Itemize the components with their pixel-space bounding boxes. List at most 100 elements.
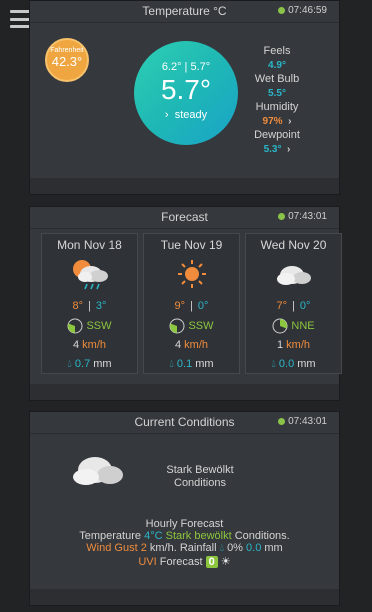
forecast-wind: SSW bbox=[144, 318, 239, 334]
forecast-rain: 💧︎ 0.1 mm bbox=[144, 358, 239, 371]
status-dot bbox=[278, 418, 286, 425]
hourly-wind-line: Wind Gust 2 km/h. Rainfall 💧︎ 0% 0.0 mm bbox=[30, 542, 339, 554]
fahrenheit-label: Fahrenheit bbox=[50, 47, 84, 54]
temp-label: Temperature bbox=[79, 530, 142, 542]
forecast-high: 7° bbox=[276, 300, 288, 312]
droplet-icon: 💧︎ bbox=[67, 358, 72, 370]
chevron-right-icon: › bbox=[284, 144, 291, 155]
droplet-icon: 💧︎ bbox=[271, 358, 276, 370]
timestamp-text: 07:43:01 bbox=[288, 211, 327, 222]
wind-unit: km/h bbox=[286, 339, 311, 351]
forecast-temps: 9° | 0° bbox=[174, 300, 209, 312]
trend-text: steady bbox=[174, 109, 208, 121]
wind-unit: km/h bbox=[82, 339, 107, 351]
panel-header: Forecast 07:43:01 bbox=[30, 207, 339, 229]
wind-speed: 1 bbox=[276, 339, 284, 351]
feels-value: 4.9° bbox=[268, 60, 286, 71]
wind-speed: 4 bbox=[174, 339, 182, 351]
condition-suffix: Conditions. bbox=[234, 530, 290, 542]
forecast-rain: 💧︎ 0.7 mm bbox=[42, 358, 137, 371]
forecast-card[interactable]: Wed Nov 20 7° | 0° NNE 1 km/h 💧︎ 0.0 mm bbox=[245, 233, 342, 374]
timestamp-text: 07:43:01 bbox=[288, 416, 327, 427]
gust-value: 2 bbox=[140, 542, 147, 554]
humidity-row[interactable]: 97% › bbox=[237, 114, 317, 129]
rain-unit: mm bbox=[297, 358, 316, 370]
humidity-value: 97% bbox=[262, 116, 283, 127]
wind-direction-icon bbox=[67, 318, 83, 334]
wind-direction-icon bbox=[272, 318, 288, 334]
panel-footer bbox=[30, 384, 339, 400]
update-timestamp: 07:43:01 bbox=[278, 211, 327, 222]
rain-pct: 0% bbox=[227, 542, 243, 554]
dewpoint-value: 5.3° bbox=[263, 144, 282, 155]
fahrenheit-value: 42.3° bbox=[51, 54, 83, 69]
forecast-temps: 7° | 0° bbox=[276, 300, 311, 312]
forecast-speed: 1 km/h bbox=[246, 339, 341, 351]
forecast-day: Tue Nov 19 bbox=[160, 238, 223, 252]
panel-header: Temperature °C 07:46:59 bbox=[30, 1, 339, 23]
forecast-wind: NNE bbox=[246, 318, 341, 334]
wind-speed: 4 bbox=[72, 339, 80, 351]
hourly-forecast: Hourly Forecast Temperature 4°C Stark be… bbox=[30, 518, 339, 568]
forecast-panel: Forecast 07:43:01 Mon Nov 18 8° | 3° SSW… bbox=[29, 206, 342, 401]
rain-value: 0.0 bbox=[278, 358, 295, 370]
condition-line1: Stark Bewölkt bbox=[166, 464, 234, 476]
rain-value: 0.0 bbox=[246, 542, 262, 554]
wind-dir: SSW bbox=[188, 320, 214, 332]
gust-unit: km/h. Rainfall bbox=[149, 542, 217, 554]
update-timestamp: 07:43:01 bbox=[278, 416, 327, 427]
condition-description: Stark Bewölkt Conditions bbox=[155, 464, 245, 490]
panel-header: Current Conditions 07:43:01 bbox=[30, 412, 339, 434]
forecast-low: 3° bbox=[95, 300, 107, 312]
wind-dir: NNE bbox=[291, 320, 315, 332]
rain-unit: mm bbox=[93, 358, 112, 370]
temp-value: 4°C bbox=[144, 530, 163, 542]
hourly-temp-line: Temperature 4°C Stark bewölkt Conditions… bbox=[30, 530, 339, 542]
current-conditions-panel: Current Conditions 07:43:01 Stark Bewölk… bbox=[29, 411, 340, 606]
forecast-low: 0° bbox=[197, 300, 209, 312]
forecast-card[interactable]: Mon Nov 18 8° | 3° SSW 4 km/h 💧︎ 0.7 mm bbox=[41, 233, 138, 374]
temperature-panel: Temperature °C 07:46:59 Fahrenheit 42.3°… bbox=[29, 0, 340, 195]
chevron-right-icon: › bbox=[285, 116, 292, 127]
sun-icon bbox=[144, 252, 239, 296]
condition-line2: Conditions bbox=[174, 477, 226, 489]
wetbulb-label: Wet Bulb bbox=[254, 73, 300, 85]
wetbulb-value: 5.5° bbox=[268, 88, 286, 99]
droplet-icon: 💧︎ bbox=[169, 358, 174, 370]
forecast-high: 9° bbox=[174, 300, 186, 312]
humidity-label: Humidity bbox=[255, 101, 299, 113]
cloud-icon bbox=[70, 452, 128, 493]
temp-trend: › steady bbox=[134, 109, 238, 121]
uvi-badge: 0 bbox=[205, 556, 218, 568]
hourly-title: Hourly Forecast bbox=[145, 518, 224, 530]
uvi-label: UVI bbox=[138, 556, 157, 568]
temp-high-low: 6.2° | 5.7° bbox=[161, 61, 211, 73]
dewpoint-row[interactable]: 5.3° › bbox=[237, 142, 317, 157]
dewpoint-label: Dewpoint bbox=[254, 129, 300, 141]
update-timestamp: 07:46:59 bbox=[278, 5, 327, 16]
rain-value: 0.1 bbox=[176, 358, 193, 370]
condition-value: Stark bewölkt bbox=[165, 530, 232, 542]
wind-dir: SSW bbox=[86, 320, 112, 332]
temp-stats: Feels 4.9° Wet Bulb 5.5° Humidity 97% › … bbox=[237, 45, 317, 157]
sun-icon: ☀ bbox=[220, 556, 231, 568]
cloud-sun-rain-icon bbox=[42, 252, 137, 296]
rain-unit: mm bbox=[195, 358, 214, 370]
chevron-right-icon: › bbox=[164, 109, 169, 121]
gust-label: Wind Gust bbox=[86, 542, 138, 554]
wind-unit: km/h bbox=[184, 339, 209, 351]
rain-unit: mm bbox=[264, 542, 283, 554]
feels-label: Feels bbox=[263, 45, 291, 57]
uvi-forecast-label: Forecast bbox=[159, 556, 203, 568]
forecast-speed: 4 km/h bbox=[144, 339, 239, 351]
current-temp-circle[interactable]: 6.2° | 5.7° 5.7° › steady bbox=[134, 41, 238, 145]
wind-direction-icon bbox=[169, 318, 185, 334]
forecast-low: 0° bbox=[299, 300, 311, 312]
fahrenheit-badge[interactable]: Fahrenheit 42.3° bbox=[45, 38, 89, 82]
panel-footer bbox=[30, 178, 339, 194]
forecast-wind: SSW bbox=[42, 318, 137, 334]
hourly-uvi-line: UVI Forecast 0 ☀ bbox=[30, 556, 339, 568]
current-temp: 5.7° bbox=[160, 74, 212, 105]
timestamp-text: 07:46:59 bbox=[288, 5, 327, 16]
forecast-card[interactable]: Tue Nov 19 9° | 0° SSW 4 km/h 💧︎ 0.1 mm bbox=[143, 233, 240, 374]
